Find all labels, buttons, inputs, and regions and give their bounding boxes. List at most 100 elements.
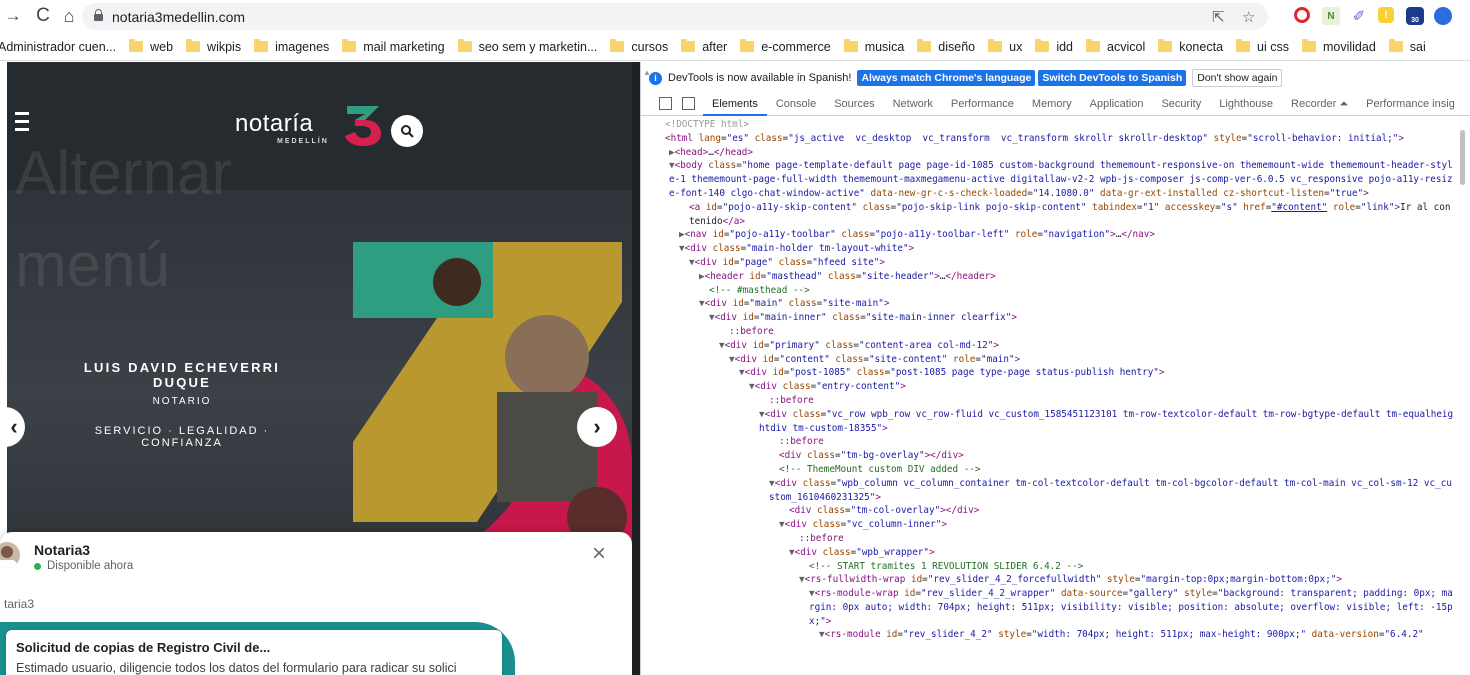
bookmark-item[interactable]: Administrador cuen...: [0, 40, 116, 54]
dom-node[interactable]: ▼<div class="wpb_wrapper">: [665, 546, 1456, 560]
dom-node[interactable]: ::before: [665, 394, 1456, 408]
notary-info: LUIS DAVID ECHEVERRI DUQUE NOTARIO SERVI…: [62, 360, 302, 449]
bookmark-folder[interactable]: movilidad: [1301, 39, 1376, 54]
dont-show-again-button[interactable]: Don't show again: [1192, 69, 1283, 87]
chat-widget: Notaria3 Disponible ahora × taria3 Solic…: [0, 532, 632, 675]
hat-extension-icon[interactable]: 30: [1406, 7, 1424, 25]
forward-icon[interactable]: →: [0, 3, 26, 29]
tab-sources[interactable]: Sources: [825, 92, 883, 116]
dom-node[interactable]: <html lang="es" class="js_active vc_desk…: [665, 132, 1456, 146]
match-language-button[interactable]: Always match Chrome's language: [857, 70, 1036, 86]
tab-security[interactable]: Security: [1152, 92, 1210, 116]
bookmark-folder[interactable]: e-commerce: [740, 39, 831, 54]
tab-recorder[interactable]: Recorder ⏶: [1282, 92, 1357, 116]
dom-node[interactable]: ▼<rs-module id="rev_slider_4_2" style="w…: [665, 628, 1456, 642]
lock-icon[interactable]: [94, 9, 103, 21]
dom-node[interactable]: ▼<div id="primary" class="content-area c…: [665, 339, 1456, 353]
dom-node[interactable]: ▶<nav id="pojo-a11y-toolbar" class="pojo…: [665, 228, 1456, 242]
devtools-scrollbar[interactable]: [1459, 122, 1466, 662]
bookmark-star-icon[interactable]: ☆: [1242, 8, 1255, 26]
dom-node[interactable]: ▼<body class="home page-template-default…: [665, 159, 1456, 200]
yellow-extension-icon[interactable]: !: [1378, 7, 1394, 23]
chevron-right-icon: ›: [593, 414, 601, 439]
bookmark-folder[interactable]: sai: [1388, 39, 1426, 54]
bookmark-folder[interactable]: mail marketing: [342, 39, 445, 54]
chevron-left-icon: ‹: [10, 414, 18, 439]
address-bar[interactable]: notaria3medellin.com ⇱ ☆: [82, 3, 1268, 30]
pencil-extension-icon[interactable]: ✐: [1350, 7, 1368, 25]
bookmark-folder[interactable]: diseño: [917, 39, 975, 54]
bookmark-folder[interactable]: ux: [988, 39, 1022, 54]
folder-icon: [610, 39, 625, 52]
elements-dom-tree: <!DOCTYPE html> <html lang="es" class="j…: [641, 118, 1456, 675]
dom-node[interactable]: ▼<div class="vc_column-inner">: [665, 518, 1456, 532]
website-viewport: Alternar menú notaría MEDELLÍN LUIS DAVI…: [0, 62, 640, 675]
bookmark-folder[interactable]: seo sem y marketin...: [457, 39, 597, 54]
folder-icon: [1388, 39, 1403, 52]
bookmark-folder[interactable]: acvicol: [1086, 39, 1145, 54]
dom-node[interactable]: ▼<div class="vc_row wpb_row vc_row-fluid…: [665, 408, 1456, 436]
dom-node[interactable]: ▼<div id="main-inner" class="site-main-i…: [665, 311, 1456, 325]
slider-next-button[interactable]: ›: [577, 407, 617, 447]
dom-node[interactable]: ▼<rs-fullwidth-wrap id="rev_slider_4_2_f…: [665, 573, 1456, 587]
dom-node[interactable]: ▼<div id="content" class="site-content" …: [665, 353, 1456, 367]
hero-slider: Alternar menú notaría MEDELLÍN LUIS DAVI…: [7, 62, 632, 572]
bookmark-folder[interactable]: wikpis: [186, 39, 241, 54]
dom-node[interactable]: ▼<div id="main" class="site-main">: [665, 297, 1456, 311]
person-young-photo: [433, 258, 481, 306]
dom-node[interactable]: ▼<div id="page" class="hfeed site">: [665, 256, 1456, 270]
home-icon[interactable]: ⌂: [56, 3, 82, 29]
site-tagline: SERVICIO · LEGALIDAD · CONFIANZA: [94, 425, 270, 449]
inspect-element-icon[interactable]: [659, 97, 672, 110]
notary-name: LUIS DAVID ECHEVERRI DUQUE: [83, 360, 281, 390]
dom-node[interactable]: ▼<div class="entry-content">: [665, 380, 1456, 394]
bookmark-folder[interactable]: ui css: [1236, 39, 1289, 54]
folder-icon: [457, 39, 472, 52]
tab-console[interactable]: Console: [767, 92, 825, 116]
dom-node[interactable]: <!DOCTYPE html>: [665, 118, 1456, 132]
dom-node[interactable]: <a id="pojo-a11y-skip-content" class="po…: [665, 201, 1456, 229]
dom-node[interactable]: ▼<div class="main-holder tm-layout-white…: [665, 242, 1456, 256]
dom-node[interactable]: <!-- START tramites 1 REVOLUTION SLIDER …: [665, 560, 1456, 574]
tab-network[interactable]: Network: [884, 92, 942, 116]
tab-elements[interactable]: Elements: [703, 92, 767, 116]
switch-language-button[interactable]: Switch DevTools to Spanish: [1038, 70, 1187, 86]
notion-extension-icon[interactable]: N: [1322, 7, 1340, 25]
dom-node[interactable]: <!-- #masthead -->: [665, 284, 1456, 298]
reload-icon[interactable]: C: [30, 3, 56, 29]
dom-node[interactable]: ::before: [665, 532, 1456, 546]
bookmark-folder[interactable]: konecta: [1158, 39, 1223, 54]
tab-performance-insights[interactable]: Performance insig: [1357, 92, 1464, 116]
bookmark-folder[interactable]: after: [681, 39, 727, 54]
tab-memory[interactable]: Memory: [1023, 92, 1081, 116]
bookmark-folder[interactable]: cursos: [610, 39, 668, 54]
dom-node[interactable]: ::before: [665, 435, 1456, 449]
bookmark-folder[interactable]: imagenes: [254, 39, 329, 54]
bookmark-folder[interactable]: musica: [843, 39, 904, 54]
dom-node[interactable]: <div class="tm-col-overlay"></div>: [665, 504, 1456, 518]
bookmark-folder[interactable]: web: [129, 39, 173, 54]
dom-node[interactable]: <div class="tm-bg-overlay"></div>: [665, 449, 1456, 463]
blue-extension-icon[interactable]: [1434, 7, 1452, 25]
bookmark-folder[interactable]: idd: [1035, 39, 1073, 54]
chat-form-card[interactable]: Solicitud de copias de Registro Civil de…: [6, 630, 502, 675]
folder-icon: [1236, 39, 1251, 52]
tab-lighthouse[interactable]: Lighthouse: [1210, 92, 1282, 116]
viewport-divider[interactable]: [632, 62, 640, 675]
dom-node[interactable]: ▼<div id="post-1085" class="post-1085 pa…: [665, 366, 1456, 380]
dom-node[interactable]: ▶<head>…</head>: [665, 146, 1456, 160]
folder-icon: [129, 39, 144, 52]
share-icon[interactable]: ⇱: [1212, 8, 1225, 26]
dom-node[interactable]: ▼<div class="wpb_column vc_column_contai…: [665, 477, 1456, 505]
person-old-photo: [505, 315, 589, 399]
tab-performance[interactable]: Performance: [942, 92, 1023, 116]
dom-node[interactable]: ::before: [665, 325, 1456, 339]
chat-close-button[interactable]: ×: [592, 542, 606, 566]
chat-status: Disponible ahora: [34, 560, 133, 572]
dom-node[interactable]: ▶<header id="masthead" class="site-heade…: [665, 270, 1456, 284]
opera-extension-icon[interactable]: [1294, 7, 1310, 23]
dom-node[interactable]: ▼<rs-module-wrap id="rev_slider_4_2_wrap…: [665, 587, 1456, 628]
tab-application[interactable]: Application: [1081, 92, 1153, 116]
device-toolbar-icon[interactable]: [682, 97, 695, 110]
dom-node[interactable]: <!-- ThemeMount custom DIV added -->: [665, 463, 1456, 477]
